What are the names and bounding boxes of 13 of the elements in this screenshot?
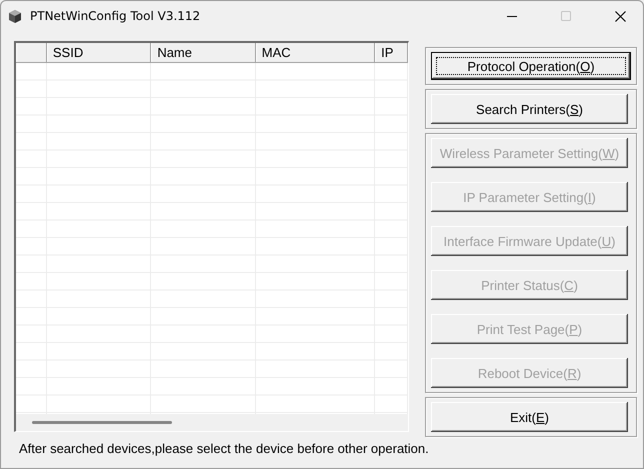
close-icon[interactable] bbox=[614, 10, 626, 22]
window-title: PTNetWinConfig Tool V3.112 bbox=[30, 9, 202, 23]
action-button[interactable]: Exit(E) bbox=[431, 402, 628, 432]
maximize-icon bbox=[561, 11, 571, 21]
column-header[interactable]: MAC bbox=[256, 43, 376, 62]
column-header[interactable]: SSID bbox=[46, 43, 152, 62]
scrollbar-thumb[interactable] bbox=[32, 421, 172, 424]
column-header[interactable]: Name bbox=[151, 43, 256, 62]
action-button[interactable]: Protocol Operation(O) bbox=[431, 52, 631, 80]
status-message: After searched devices,please select the device before other operation. bbox=[19, 441, 430, 456]
horizontal-scrollbar[interactable] bbox=[16, 414, 408, 431]
action-button[interactable]: Search Printers(S) bbox=[431, 94, 628, 124]
column-header[interactable]: IP bbox=[375, 43, 408, 62]
